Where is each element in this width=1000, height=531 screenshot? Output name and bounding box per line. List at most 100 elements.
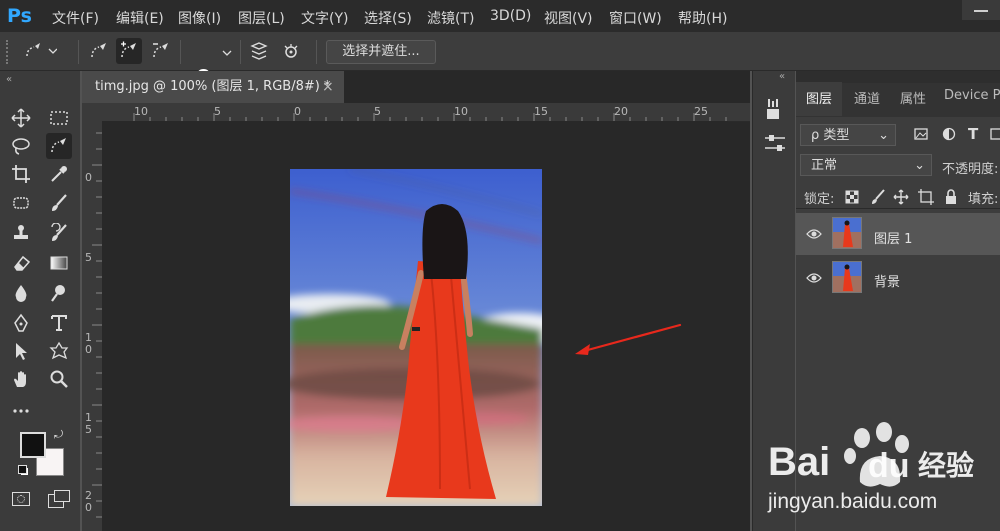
stamp-icon[interactable] <box>8 220 34 246</box>
watermark-brand-2: du <box>868 447 910 485</box>
subtract-selection-icon[interactable] <box>148 38 174 64</box>
document-image[interactable] <box>290 169 542 506</box>
ruler-tick: 0 <box>294 105 301 118</box>
healing-icon[interactable] <box>8 190 34 216</box>
fill-label: 填充: <box>968 192 999 207</box>
brush-icon[interactable] <box>46 190 72 216</box>
swap-colors-icon[interactable]: ⤾ <box>54 428 63 442</box>
pen-icon[interactable] <box>8 310 34 336</box>
menu-bar: Ps 文件(F) 编辑(E) 图像(I) 图层(L) 文字(Y) 选择(S) 滤… <box>0 0 1000 32</box>
crop-icon[interactable] <box>8 161 34 187</box>
blur-icon[interactable] <box>8 280 34 306</box>
collapse-chevron-icon[interactable]: « <box>779 71 785 82</box>
watermark-url: jingyan.baidu.com <box>768 490 938 513</box>
ruler-vertical: 0 5 1 0 1 5 2 0 <box>82 121 102 531</box>
eyedropper-icon[interactable] <box>46 161 72 187</box>
photoshop-logo: Ps <box>7 5 32 27</box>
ruler-tick: 5 <box>85 251 92 264</box>
screen-mode-icon[interactable] <box>48 490 70 508</box>
new-selection-icon[interactable] <box>86 38 112 64</box>
more-icon[interactable] <box>8 396 34 422</box>
path-select-icon[interactable] <box>8 338 34 364</box>
menu-file[interactable]: 文件(F) <box>52 8 99 28</box>
zoom-icon[interactable] <box>46 366 72 392</box>
ruler-tick: 0 <box>85 171 92 184</box>
collapse-chevron-icon[interactable]: « <box>6 74 12 85</box>
default-colors-icon[interactable] <box>18 465 28 475</box>
chevron-down-icon[interactable] <box>222 46 232 61</box>
foreground-color-swatch[interactable] <box>20 432 46 458</box>
lock-label: 锁定: <box>804 192 835 207</box>
ruler-tick: 0 <box>85 343 92 356</box>
ruler-tick: 15 <box>534 105 548 118</box>
tool-preset-picker[interactable] <box>20 38 57 64</box>
brush-presets-icon[interactable] <box>763 97 785 125</box>
layer-name[interactable]: 图层 1 <box>874 228 912 247</box>
sample-all-layers-icon[interactable] <box>246 38 272 64</box>
lock-transparent-icon[interactable] <box>845 190 859 208</box>
lasso-icon[interactable] <box>8 133 34 159</box>
filter-adjustment-icon[interactable] <box>942 127 956 145</box>
menu-window[interactable]: 窗口(W) <box>609 8 662 28</box>
tab-properties[interactable]: 属性 <box>900 88 926 107</box>
chevron-down-icon: ⌄ <box>914 158 925 173</box>
menu-type[interactable]: 文字(Y) <box>301 8 348 28</box>
ruler-tick: 5 <box>85 423 92 436</box>
move-icon[interactable] <box>8 105 34 131</box>
dodge-icon[interactable] <box>46 280 72 306</box>
filter-shape-icon[interactable] <box>990 127 1000 145</box>
menu-layer[interactable]: 图层(L) <box>238 8 285 28</box>
menu-help[interactable]: 帮助(H) <box>678 8 727 28</box>
layer-thumbnail <box>832 261 862 293</box>
ruler-tick: 10 <box>454 105 468 118</box>
document-tab[interactable]: timg.jpg @ 100% (图层 1, RGB/8#) * <box>82 71 344 103</box>
opacity-label: 不透明度: <box>942 162 999 177</box>
history-brush-icon[interactable] <box>46 220 72 246</box>
menu-view[interactable]: 视图(V) <box>544 8 593 28</box>
add-to-selection-icon[interactable] <box>116 38 142 64</box>
chevron-down-icon: ⌄ <box>878 128 889 143</box>
quick-mask-icon[interactable] <box>12 492 30 506</box>
blend-mode-dropdown[interactable]: 正常 ⌄ <box>800 154 932 176</box>
menu-3d[interactable]: 3D(D) <box>490 8 531 24</box>
lock-all-icon[interactable] <box>944 189 958 209</box>
filter-pixel-icon[interactable] <box>914 127 928 145</box>
lock-position-icon[interactable] <box>893 189 909 209</box>
menu-edit[interactable]: 编辑(E) <box>116 8 164 28</box>
lock-artboard-icon[interactable] <box>918 189 934 209</box>
hand-icon[interactable] <box>8 366 34 392</box>
tab-channels[interactable]: 通道 <box>854 88 880 107</box>
lock-pixels-icon[interactable] <box>870 189 886 209</box>
visibility-eye-icon[interactable] <box>806 228 822 244</box>
ruler-tick: 10 <box>134 105 148 118</box>
ruler-tick: 25 <box>694 105 708 118</box>
auto-enhance-icon[interactable] <box>278 38 304 64</box>
quick-select-icon[interactable] <box>46 133 72 159</box>
menu-image[interactable]: 图像(I) <box>178 8 221 28</box>
watermark-brand-cn: 经验 <box>918 449 975 482</box>
gradient-icon[interactable] <box>46 250 72 276</box>
marquee-icon[interactable] <box>46 105 72 131</box>
select-and-mask-button[interactable]: 选择并遮住... <box>326 40 436 64</box>
visibility-eye-icon[interactable] <box>806 272 822 288</box>
eraser-icon[interactable] <box>8 250 34 276</box>
tab-layers[interactable]: 图层 <box>806 88 832 107</box>
close-tab-icon[interactable]: × <box>322 71 336 103</box>
menu-filter[interactable]: 滤镜(T) <box>427 8 474 28</box>
options-bar: 30 <box>0 32 1000 99</box>
filter-type-icon[interactable]: T <box>968 125 978 143</box>
layer-filter-dropdown[interactable]: ρ 类型 ⌄ <box>800 124 896 146</box>
layer-name[interactable]: 背景 <box>874 271 900 290</box>
grip-handle[interactable] <box>6 40 12 64</box>
annotation-arrow <box>570 320 685 364</box>
shape-icon[interactable] <box>46 338 72 364</box>
tab-device-preview[interactable]: Device Pre <box>944 88 1000 103</box>
baidu-jingyan-watermark: Bai du 经验 jingyan.baidu.com <box>768 420 1000 531</box>
layer-thumbnail <box>832 217 862 249</box>
adjustments-icon[interactable] <box>763 133 787 157</box>
ruler-tick: 5 <box>374 105 381 118</box>
minimize-button[interactable] <box>962 0 1000 20</box>
layer-filter-label: ρ 类型 <box>811 128 850 143</box>
type-icon[interactable] <box>46 310 72 336</box>
menu-select[interactable]: 选择(S) <box>364 8 412 28</box>
